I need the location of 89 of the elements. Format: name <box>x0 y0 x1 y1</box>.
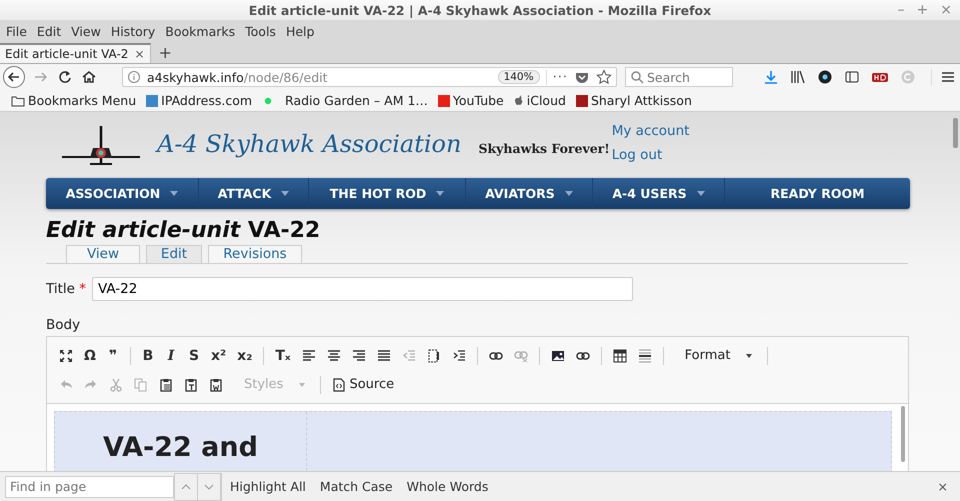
info-icon[interactable] <box>127 70 141 84</box>
zoom-level-button[interactable]: 140% <box>498 70 540 84</box>
scrollbar-thumb[interactable] <box>953 118 958 148</box>
toolbar-button[interactable]: S <box>188 348 200 364</box>
apple-icon <box>514 94 524 106</box>
indent-icon[interactable] <box>452 348 466 362</box>
toolbar-button[interactable]: x₂ <box>237 348 252 364</box>
nav-menu-item[interactable]: A-4 USERS <box>593 178 725 209</box>
caret-icon <box>746 354 752 358</box>
document-icon <box>332 378 346 392</box>
find-input-field[interactable]: Find in page <box>5 476 174 498</box>
caret-icon <box>299 382 306 386</box>
search-icon <box>630 70 644 84</box>
paste-word-icon[interactable] <box>209 378 223 392</box>
library-icon[interactable] <box>790 69 806 85</box>
star-icon[interactable] <box>596 69 612 85</box>
download-icon[interactable] <box>763 69 779 85</box>
align-center-icon[interactable] <box>326 348 341 362</box>
folder-icon <box>11 94 25 106</box>
bookmark-item[interactable]: YouTube <box>438 93 504 108</box>
bookmark-item[interactable]: iCloud <box>514 93 566 108</box>
page-tab[interactable]: Revisions <box>208 245 302 263</box>
bookmark-item[interactable]: Sharyl Attkisson <box>576 93 692 108</box>
bookmark-item[interactable]: IPAddress.com <box>146 93 252 108</box>
menu-item[interactable]: File <box>2 24 33 38</box>
menu-item[interactable]: View <box>67 24 107 38</box>
window-title: Edit article-unit VA-22 | A-4 Skyhawk Association - Mozilla Firefox <box>248 2 712 18</box>
menu-item[interactable]: History <box>106 24 162 38</box>
user-link[interactable]: Log out <box>612 147 690 163</box>
field-label: Body <box>46 317 82 333</box>
find-option-button[interactable]: Whole Words <box>406 479 488 494</box>
close-button[interactable]: × <box>938 479 948 494</box>
page-tab[interactable]: Edit <box>146 245 202 263</box>
toolbar-button[interactable]: Ω <box>84 348 96 364</box>
bookmark-item[interactable]: Bookmarks Menu <box>11 93 136 108</box>
source-button[interactable]: Source <box>332 377 394 392</box>
site-icon <box>438 94 450 106</box>
scrollbar-thumb[interactable] <box>901 406 905 462</box>
format-dropdown[interactable]: Format <box>674 348 756 363</box>
title-input-field[interactable]: VA-22 <box>92 277 633 301</box>
find-option-button[interactable]: Highlight All <box>230 479 306 494</box>
menu-item[interactable]: Help <box>282 24 320 38</box>
toolbar-button[interactable]: I <box>165 348 177 364</box>
menu-item[interactable]: Bookmarks <box>161 24 242 38</box>
show-blocks-icon[interactable] <box>426 348 441 362</box>
sidebar-icon[interactable] <box>844 69 860 85</box>
search-field[interactable]: Search <box>625 67 733 87</box>
find-option-button[interactable]: Match Case <box>320 479 393 494</box>
nav-menu-item[interactable]: ASSOCIATION <box>46 178 199 209</box>
nav-menu-item[interactable]: THE HOT ROD <box>309 178 466 209</box>
user-link[interactable]: My account <box>612 123 690 139</box>
nav-menu-item[interactable]: AVIATORS <box>466 178 593 209</box>
table-icon[interactable] <box>612 348 627 362</box>
align-right-icon[interactable] <box>352 348 366 362</box>
more-actions-button[interactable]: ··· <box>546 70 568 84</box>
horizontal-lines-icon[interactable] <box>638 348 652 362</box>
site-tagline: Skyhawks Forever! <box>478 140 610 156</box>
nav-menu-item[interactable]: READY ROOM <box>725 178 910 209</box>
tab-close-button[interactable]: × <box>134 47 145 61</box>
justify-icon[interactable] <box>376 348 391 362</box>
menu-item[interactable]: Tools <box>241 24 282 38</box>
maximize-icon[interactable] <box>59 348 73 362</box>
menu-icon[interactable] <box>931 69 956 85</box>
paste-text-icon[interactable] <box>184 378 198 392</box>
lens-icon[interactable] <box>817 69 833 85</box>
bookmark-item[interactable]: Radio Garden – AM 1… <box>262 93 428 108</box>
address-bar[interactable]: a4skyhawk.info/node/86/edit 140% ··· <box>122 67 617 87</box>
toolbar-button[interactable]: x² <box>211 348 226 364</box>
new-tab-button[interactable]: + <box>150 43 180 63</box>
field-label: Title * <box>46 281 86 297</box>
align-left-icon[interactable] <box>302 348 316 362</box>
page-tab[interactable]: View <box>66 245 140 263</box>
menu-item[interactable]: Edit <box>32 24 68 38</box>
content-heading: VA-22 and <box>103 432 259 463</box>
site-icon <box>576 94 588 106</box>
toolbar-button[interactable]: ❞ <box>107 348 119 364</box>
toolbar-button[interactable]: Tₓ <box>275 348 291 364</box>
browser-tab[interactable]: Edit article-unit VA-2 × <box>0 43 151 63</box>
site-icon <box>146 94 158 106</box>
nav-menu-item[interactable]: ATTACK <box>199 178 309 209</box>
page-title: Edit article-unit VA-22 <box>46 217 322 245</box>
image-icon[interactable] <box>550 348 565 362</box>
home-icon[interactable] <box>80 68 98 86</box>
url-text: a4skyhawk.info/node/86/edit <box>147 70 329 84</box>
site-name[interactable]: A-4 Skyhawk Association <box>157 130 462 158</box>
paste-icon[interactable] <box>159 378 173 392</box>
tab-title: Edit article-unit VA-2 <box>5 47 128 61</box>
toolbar-button[interactable]: B <box>142 348 154 364</box>
back-icon[interactable] <box>2 65 26 89</box>
